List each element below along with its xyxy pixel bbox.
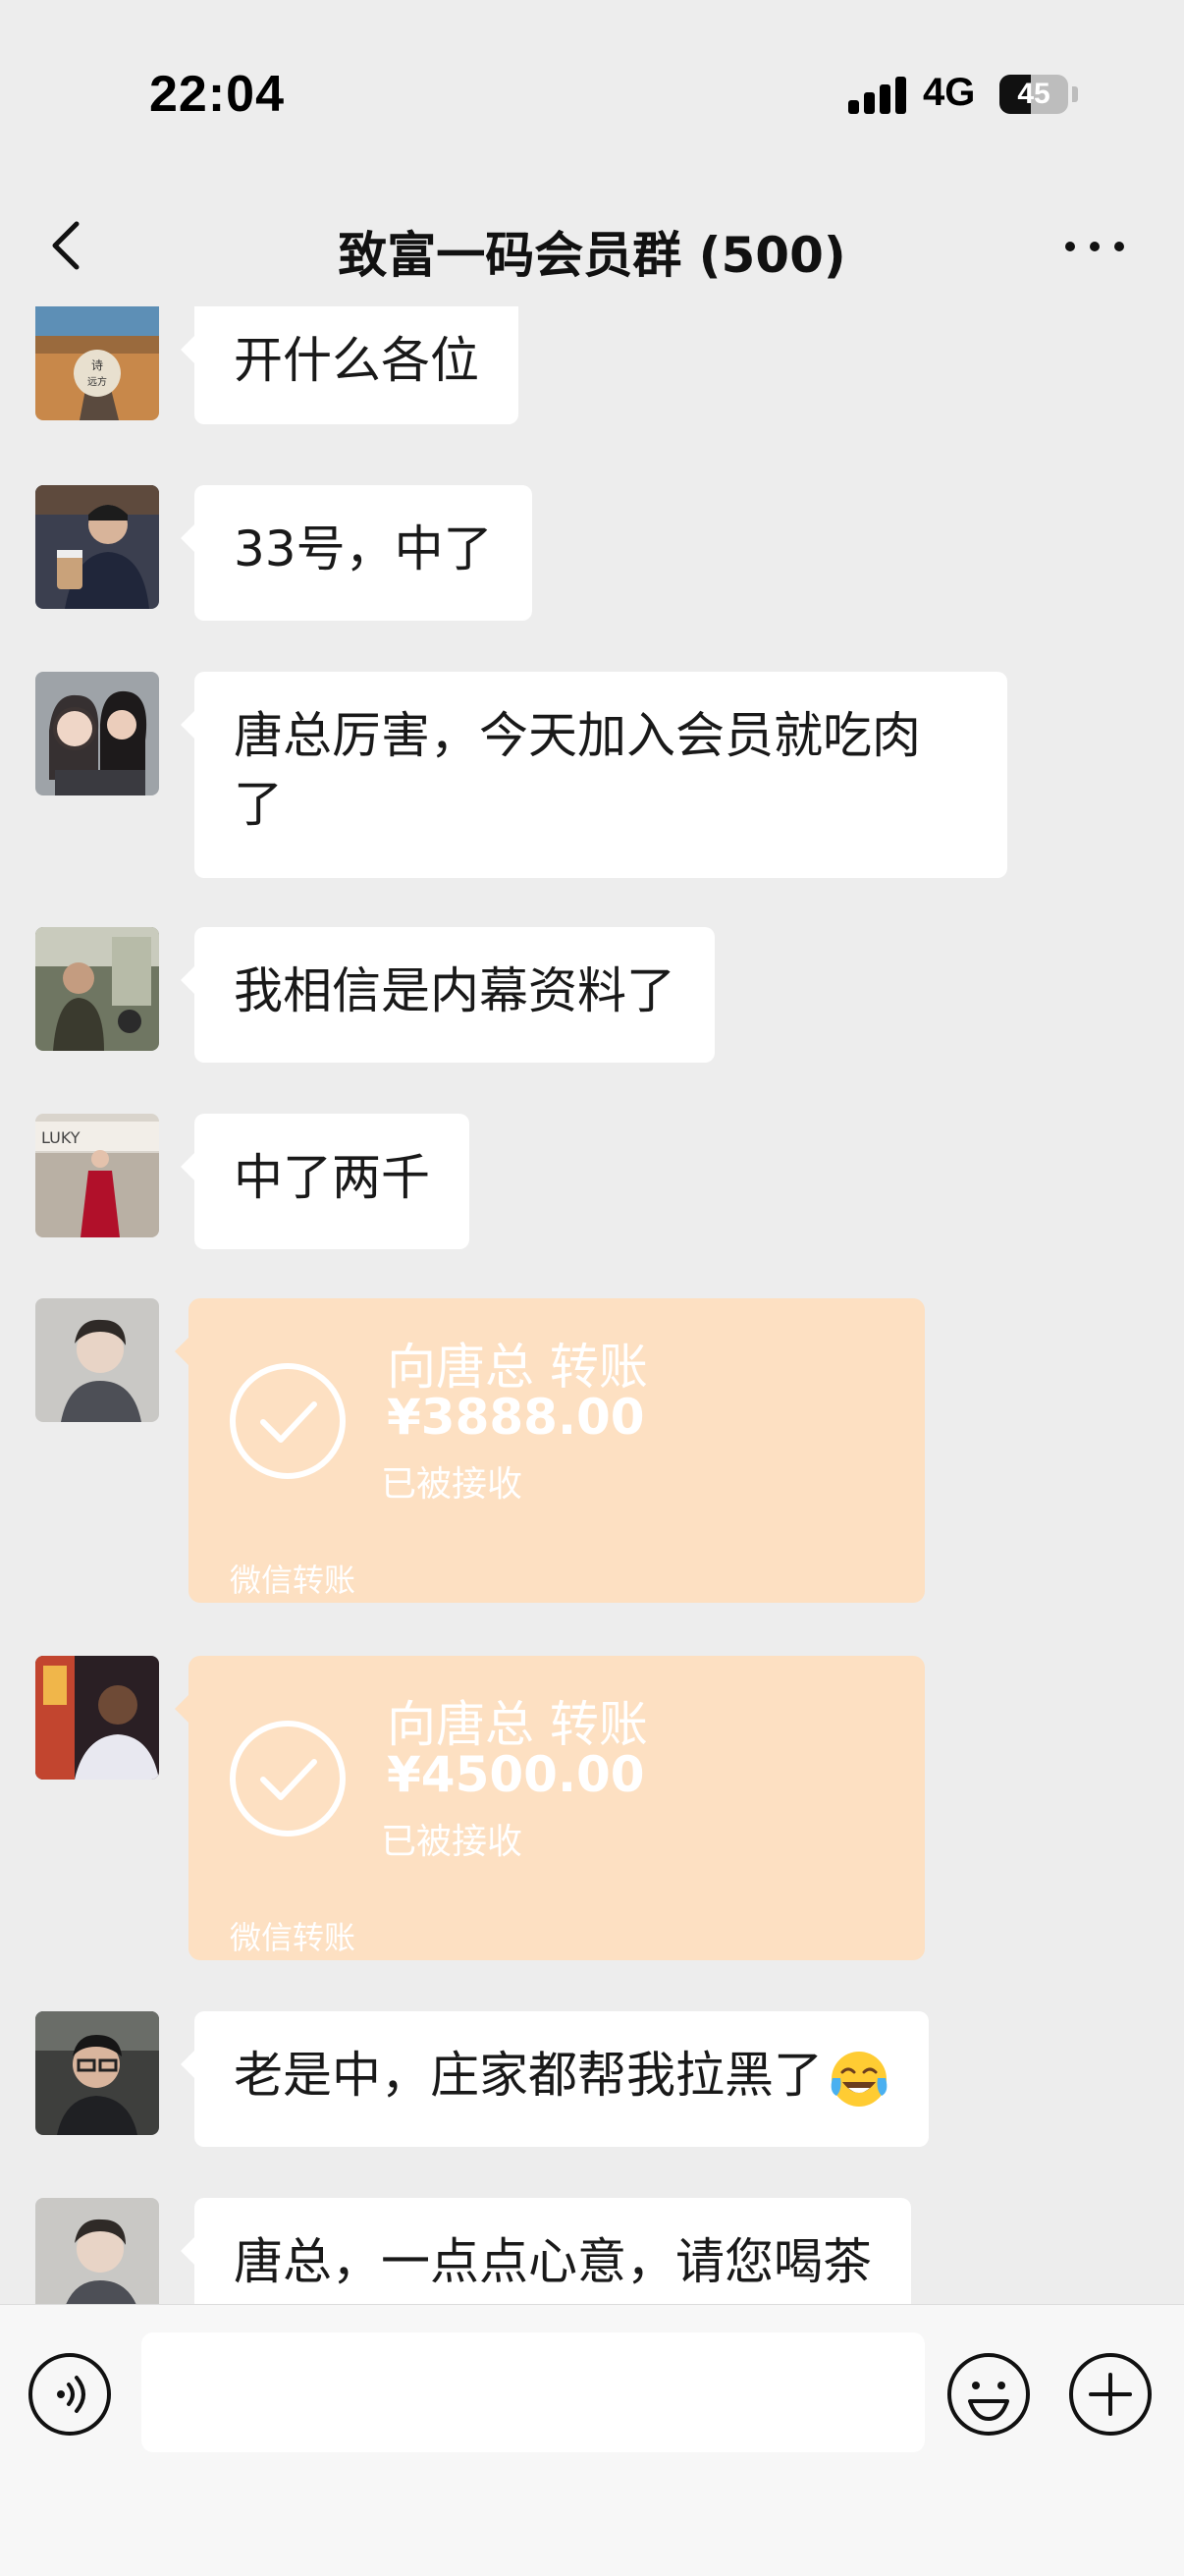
avatar[interactable]: [35, 672, 159, 795]
input-bar: [0, 2304, 1184, 2576]
message-bubble[interactable]: 我相信是内幕资料了: [181, 927, 715, 1063]
avatar[interactable]: [35, 2011, 159, 2135]
plus-icon: [1069, 2353, 1152, 2436]
message-text: 唐总厉害，今天加入会员就吃肉了: [234, 707, 921, 833]
transfer-status: 已被接收: [381, 1822, 523, 1862]
message-bubble[interactable]: 开什么各位: [181, 306, 518, 424]
svg-text:远方: 远方: [87, 375, 107, 388]
chat-header: 致富一码会员群 (500): [0, 187, 1184, 314]
message-bubble[interactable]: 33号，中了: [181, 485, 532, 621]
road-poetry-avatar-image: 诗 远方: [35, 306, 159, 420]
man-street-avatar-image: [35, 1656, 159, 1780]
transfer-status: 已被接收: [381, 1464, 523, 1505]
battery-percent: 45: [1017, 78, 1050, 110]
check-circle-icon: [230, 1363, 346, 1479]
transfer-card[interactable]: 向唐总 转账 ¥3888.00 已被接收 微信转账: [175, 1298, 925, 1603]
voice-button[interactable]: [26, 2350, 114, 2439]
message-bubble[interactable]: 唐总厉害，今天加入会员就吃肉了: [181, 672, 1007, 878]
message-text: 唐总，一点点心意，请您喝茶: [234, 2233, 872, 2290]
man-coffee-avatar-image: [35, 485, 159, 609]
battery-icon: 45: [999, 75, 1068, 114]
two-girls-avatar-image: [35, 672, 159, 795]
message-text: 开什么各位: [234, 332, 479, 389]
message-bubble[interactable]: 老是中，庄家都帮我拉黑了: [181, 2011, 929, 2147]
young-man-avatar-image: [35, 1298, 159, 1422]
avatar[interactable]: [35, 1298, 159, 1422]
message-bubble[interactable]: 唐总，一点点心意，请您喝茶: [181, 2198, 911, 2304]
woman-red-dress-avatar-image: LUKY: [35, 1114, 159, 1237]
avatar[interactable]: 诗 远方: [35, 306, 159, 420]
transfer-card[interactable]: 向唐总 转账 ¥4500.00 已被接收 微信转账: [175, 1656, 925, 1960]
transfer-footer: 微信转账: [230, 1562, 356, 1599]
avatar[interactable]: [35, 1656, 159, 1780]
network-type: 4G: [923, 71, 976, 114]
battery-cap: [1072, 86, 1078, 102]
chat-title: 致富一码会员群 (500): [338, 227, 846, 284]
message-text: 中了两千: [234, 1149, 430, 1206]
svg-text:诗: 诗: [91, 358, 103, 372]
message-text: 老是中，庄家都帮我拉黑了: [234, 2047, 823, 2104]
avatar[interactable]: [35, 927, 159, 1051]
transfer-footer: 微信转账: [230, 1919, 356, 1956]
man-glasses-avatar-image: [35, 2011, 159, 2135]
voice-icon: [28, 2353, 111, 2436]
message-text: 我相信是内幕资料了: [234, 962, 675, 1019]
more-dots-icon: [1065, 242, 1124, 251]
more-button[interactable]: [1060, 222, 1129, 271]
message-bubble[interactable]: 中了两千: [181, 1114, 469, 1249]
status-time: 22:04: [149, 66, 285, 123]
status-bar: 22:04 4G 45: [0, 0, 1184, 187]
check-circle-icon: [230, 1721, 346, 1836]
cellular-signal-icon: [848, 75, 907, 114]
avatar[interactable]: [35, 2198, 159, 2304]
avatar[interactable]: [35, 485, 159, 609]
young-man-avatar-image: [35, 2198, 159, 2304]
transfer-amount: ¥4500.00: [387, 1746, 645, 1803]
message-input[interactable]: [141, 2332, 925, 2452]
svg-text:LUKY: LUKY: [41, 1128, 81, 1147]
emoji-button[interactable]: [944, 2350, 1033, 2439]
crying-laughing-emoji-icon: [831, 2051, 888, 2107]
message-list[interactable]: 诗 远方 开什么各位 33号，中了 唐总厉害，今天加入会员就吃肉了 我相信是内幕…: [0, 306, 1184, 2304]
emoji-face-icon: [947, 2353, 1030, 2436]
transfer-amount: ¥3888.00: [387, 1389, 645, 1446]
plus-button[interactable]: [1066, 2350, 1155, 2439]
message-text: 33号，中了: [234, 521, 493, 577]
train-selfie-avatar-image: [35, 927, 159, 1051]
avatar[interactable]: LUKY: [35, 1114, 159, 1237]
